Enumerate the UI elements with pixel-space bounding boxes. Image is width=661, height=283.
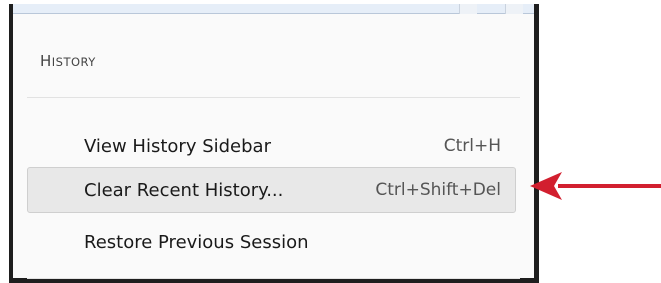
toolbar-edge: [13, 4, 534, 14]
menu-item-clear-recent-history[interactable]: Clear Recent History... Ctrl+Shift+Del: [27, 167, 516, 213]
menu-item-label: Clear Recent History...: [84, 179, 284, 201]
toolbar-separator: [459, 4, 477, 14]
menu-item-view-history-sidebar[interactable]: View History Sidebar Ctrl+H: [27, 123, 516, 169]
arrow-left-icon: [530, 172, 661, 200]
screenshot-frame: History View History Sidebar Ctrl+H Clea…: [9, 4, 539, 283]
menu-item-shortcut: Ctrl+H: [443, 136, 501, 156]
section-header-initial: H: [40, 52, 52, 70]
history-menu-panel: History View History Sidebar Ctrl+H Clea…: [13, 15, 534, 279]
section-header-history: History: [40, 52, 96, 70]
menu-item-label: Restore Previous Session: [84, 231, 309, 253]
bottom-divider: [27, 278, 520, 279]
menu-item-label: View History Sidebar: [84, 135, 271, 157]
menu-item-restore-previous-session[interactable]: Restore Previous Session: [27, 219, 516, 265]
header-divider: [27, 97, 520, 98]
section-header-rest: istory: [51, 55, 96, 69]
toolbar-separator: [505, 4, 523, 14]
menu-item-shortcut: Ctrl+Shift+Del: [375, 180, 501, 200]
